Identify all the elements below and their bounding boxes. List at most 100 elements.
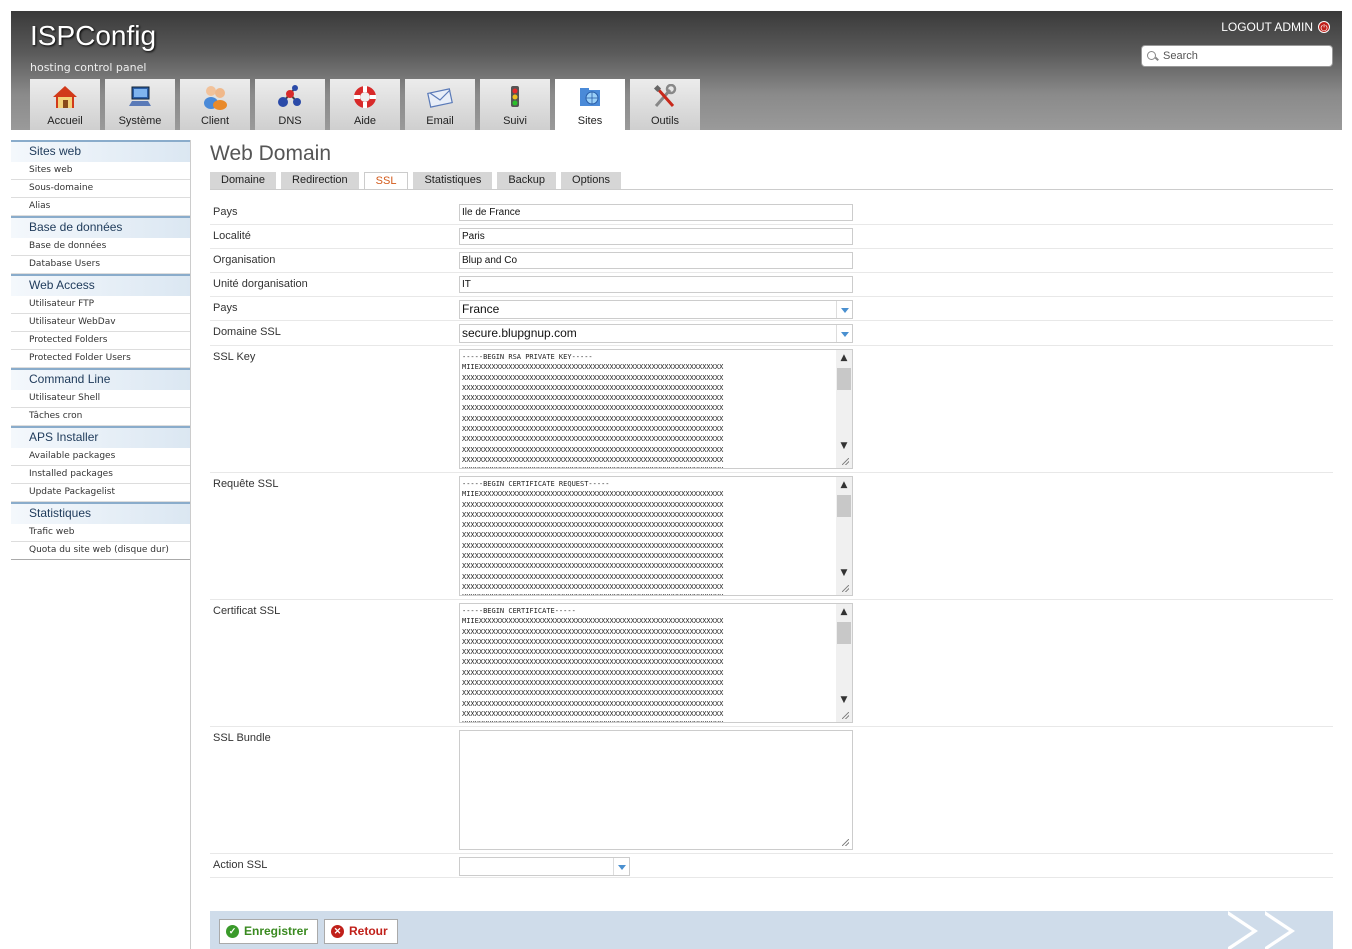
tabs-divider	[210, 189, 1333, 190]
sidebar-item-alias[interactable]: Alias	[11, 198, 190, 216]
sidebar-group-command-line: Command Line Utilisateur Shell Tâches cr…	[11, 368, 190, 426]
ssl-action-select[interactable]	[459, 857, 630, 876]
sidebar-group-title: Web Access	[11, 274, 190, 296]
sidebar-item-installed-packages[interactable]: Installed packages	[11, 466, 190, 484]
scroll-up-icon[interactable]: ▲	[836, 350, 852, 366]
ssl-cert-text: -----BEGIN CERTIFICATE----- MIIEXXXXXXXX…	[462, 607, 724, 722]
resize-grip-icon[interactable]	[836, 706, 852, 722]
sidebar-item-sous-domaine[interactable]: Sous-domaine	[11, 180, 190, 198]
chevron-down-icon	[613, 858, 629, 875]
sidebar-group-title: APS Installer	[11, 426, 190, 448]
sidebar-item-available-packages[interactable]: Available packages	[11, 448, 190, 466]
scrollbar[interactable]: ▲ ▼	[836, 477, 852, 581]
save-button[interactable]: ✓ Enregistrer	[219, 919, 319, 944]
country-select[interactable]: France	[459, 300, 853, 319]
locality-label: Localité	[213, 230, 251, 242]
main-nav-tabs: Accueil Système Client DNS Aide Email Su…	[30, 79, 700, 130]
tab-outils[interactable]: Outils	[630, 79, 700, 130]
tab-dns[interactable]: DNS	[255, 79, 325, 130]
org-unit-field[interactable]: IT	[459, 276, 853, 293]
users-icon	[204, 86, 227, 110]
resize-grip-icon[interactable]	[836, 579, 852, 595]
resize-grip-icon[interactable]	[836, 452, 852, 468]
state-field[interactable]: Ile de France	[459, 204, 853, 221]
search-icon	[1147, 50, 1158, 62]
ssl-key-text: -----BEGIN RSA PRIVATE KEY----- MIIEXXXX…	[462, 353, 724, 468]
back-button-label: Retour	[349, 924, 388, 938]
form-row-ssl-request: Requête SSL -----BEGIN CERTIFICATE REQUE…	[210, 473, 1333, 600]
ssl-bundle-label: SSL Bundle	[213, 732, 271, 744]
form-row-ssl-bundle: SSL Bundle	[210, 727, 1333, 854]
tab-dns-label: DNS	[278, 115, 302, 127]
logout-label: LOGOUT ADMIN	[1221, 20, 1313, 34]
tab-systeme[interactable]: Système	[105, 79, 175, 130]
sidebar-item-quota[interactable]: Quota du site web (disque dur)	[11, 542, 190, 560]
sidebar-item-base-de-donnees[interactable]: Base de données	[11, 238, 190, 256]
tools-icon	[653, 84, 677, 107]
ssl-action-label: Action SSL	[213, 859, 268, 871]
home-icon	[53, 86, 77, 108]
save-button-label: Enregistrer	[244, 924, 309, 938]
scroll-up-icon[interactable]: ▲	[836, 477, 852, 493]
ssl-request-textarea[interactable]: -----BEGIN CERTIFICATE REQUEST----- MIIE…	[459, 476, 853, 596]
form-footer: ✓ Enregistrer ✕ Retour	[210, 911, 1333, 949]
tab-client[interactable]: Client	[180, 79, 250, 130]
dns-network-icon	[278, 85, 301, 107]
tab-outils-label: Outils	[650, 115, 680, 127]
form-tabs: Domaine Redirection SSL Statistiques Bac…	[210, 172, 621, 189]
tab-aide-label: Aide	[353, 115, 377, 127]
tab-options[interactable]: Options	[561, 172, 621, 189]
scrollbar[interactable]: ▲ ▼	[836, 604, 852, 708]
tab-domaine[interactable]: Domaine	[210, 172, 277, 189]
tab-redirection[interactable]: Redirection	[281, 172, 359, 189]
sidebar-item-update-packagelist[interactable]: Update Packagelist	[11, 484, 190, 502]
sites-folder-icon	[580, 88, 600, 106]
scrollbar[interactable]: ▲ ▼	[836, 350, 852, 454]
organisation-field[interactable]: Blup and Co	[459, 252, 853, 269]
ssl-cert-textarea[interactable]: -----BEGIN CERTIFICATE----- MIIEXXXXXXXX…	[459, 603, 853, 723]
ssl-domain-label: Domaine SSL	[213, 326, 281, 338]
back-button[interactable]: ✕ Retour	[324, 919, 398, 944]
tab-accueil-label: Accueil	[47, 115, 83, 127]
computer-icon	[129, 86, 151, 106]
sidebar-item-ftp-user[interactable]: Utilisateur FTP	[11, 296, 190, 314]
tab-accueil[interactable]: Accueil	[30, 79, 100, 130]
search-input[interactable]	[1163, 50, 1323, 62]
tab-email-label: Email	[426, 115, 454, 127]
form-row-state: Pays Ile de France	[210, 201, 1333, 225]
tab-aide[interactable]: Aide	[330, 79, 400, 130]
tab-statistiques[interactable]: Statistiques	[413, 172, 493, 189]
country-value: France	[462, 302, 500, 316]
logout-link[interactable]: LOGOUT ADMIN ⏻	[1221, 20, 1330, 34]
sidebar-item-shell-user[interactable]: Utilisateur Shell	[11, 390, 190, 408]
sidebar-item-sites-web[interactable]: Sites web	[11, 162, 190, 180]
sidebar-group-aps-installer: APS Installer Available packages Install…	[11, 426, 190, 502]
scroll-up-icon[interactable]: ▲	[836, 604, 852, 620]
form-row-org-unit: Unité dorganisation IT	[210, 273, 1333, 297]
ssl-request-label: Requête SSL	[213, 478, 279, 490]
tab-backup[interactable]: Backup	[497, 172, 557, 189]
check-icon: ✓	[226, 925, 239, 938]
ssl-key-textarea[interactable]: -----BEGIN RSA PRIVATE KEY----- MIIEXXXX…	[459, 349, 853, 469]
sidebar-item-trafic-web[interactable]: Trafic web	[11, 524, 190, 542]
tab-suivi[interactable]: Suivi	[480, 79, 550, 130]
tab-email[interactable]: Email	[405, 79, 475, 130]
sidebar-item-database-users[interactable]: Database Users	[11, 256, 190, 274]
resize-grip-icon[interactable]	[836, 833, 852, 849]
ssl-key-label: SSL Key	[213, 351, 256, 363]
app-logo: ISPConfig	[30, 20, 157, 51]
sidebar-item-protected-folders[interactable]: Protected Folders	[11, 332, 190, 350]
traffic-light-icon	[511, 86, 519, 107]
sidebar-group-base-de-donnees: Base de données Base de données Database…	[11, 216, 190, 274]
sidebar-item-webdav-user[interactable]: Utilisateur WebDav	[11, 314, 190, 332]
ssl-domain-select[interactable]: secure.blupgnup.com	[459, 324, 853, 343]
tab-ssl[interactable]: SSL	[363, 172, 409, 189]
locality-field[interactable]: Paris	[459, 228, 853, 245]
search-box[interactable]	[1141, 45, 1333, 67]
ssl-bundle-textarea[interactable]	[459, 730, 853, 850]
sidebar-item-protected-folder-users[interactable]: Protected Folder Users	[11, 350, 190, 368]
tab-sites[interactable]: Sites	[555, 79, 625, 130]
sidebar-item-cron-jobs[interactable]: Tâches cron	[11, 408, 190, 426]
header: ISPConfig hosting control panel LOGOUT A…	[11, 11, 1342, 130]
sidebar-group-title: Statistiques	[11, 502, 190, 524]
